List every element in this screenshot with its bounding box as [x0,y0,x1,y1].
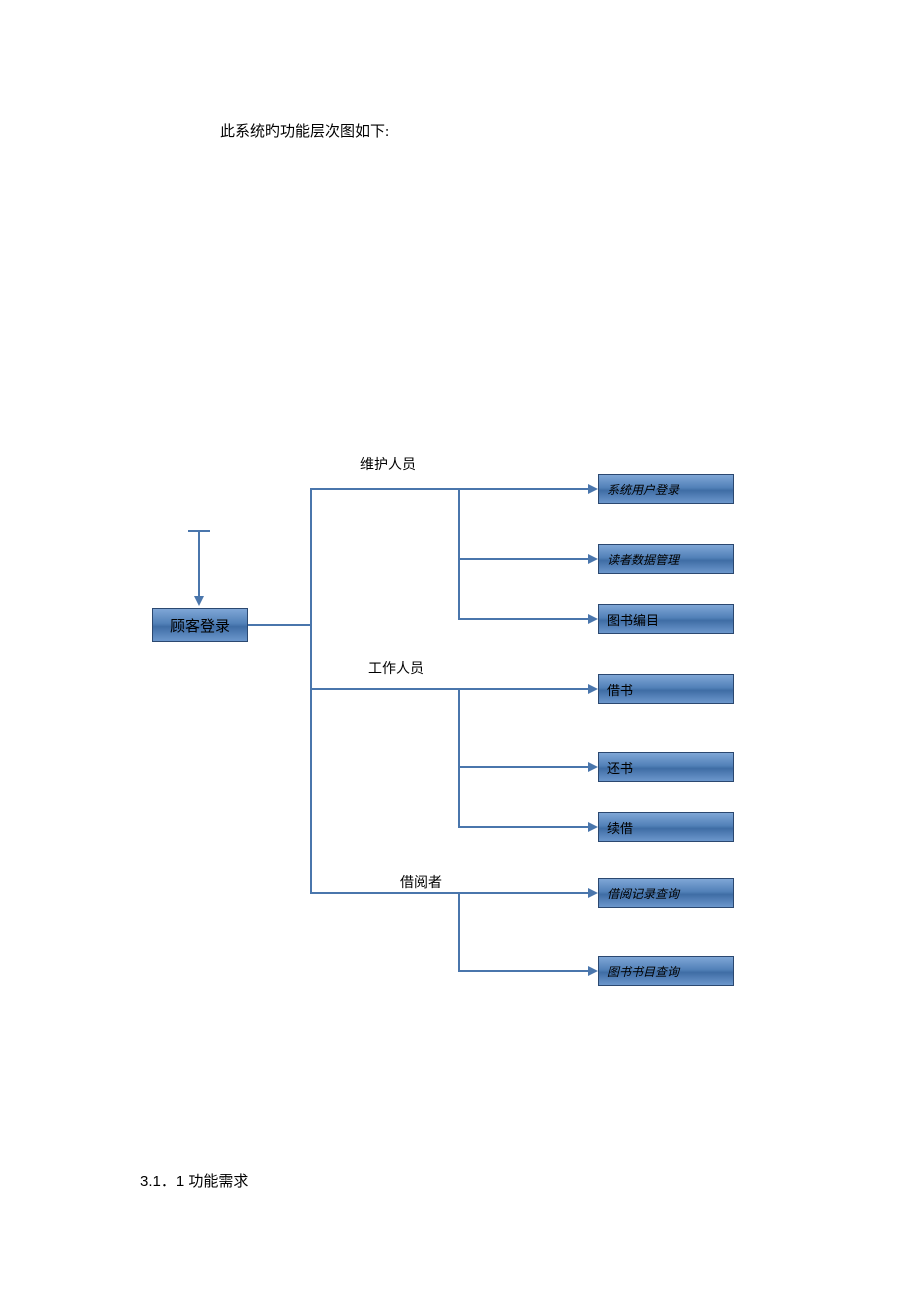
connector-line [248,624,312,626]
connector-line [458,766,590,768]
node-book-catalog-query: 图书书目查询 [598,956,734,986]
arrow-icon [588,684,598,694]
arrow-icon [194,596,204,606]
connector-line [458,558,590,560]
connector-line [458,892,590,894]
node-system-user-login: 系统用户登录 [598,474,734,504]
arrow-icon [588,554,598,564]
hierarchy-diagram: 顾客登录 维护人员 工作人员 借阅者 系统用户登录 读者数据管理 图书编目 借书… [0,440,920,1040]
connector-line [310,488,312,894]
arrow-icon [588,614,598,624]
connector-line [310,688,460,690]
role-label-staff: 工作人员 [368,658,424,678]
arrow-icon [588,888,598,898]
arrow-icon [588,966,598,976]
intro-text: 此系统旳功能层次图如下: [220,120,389,141]
node-borrow-record-query: 借阅记录查询 [598,878,734,908]
connector-line [458,488,460,620]
connector-line [310,892,460,894]
arrow-icon [588,762,598,772]
connector-line [198,530,200,598]
role-label-borrower: 借阅者 [400,872,442,892]
connector-line [458,688,590,690]
arrow-icon [588,484,598,494]
node-customer-login: 顾客登录 [152,608,248,642]
node-return-book: 还书 [598,752,734,782]
node-borrow-book: 借书 [598,674,734,704]
connector-line [458,488,590,490]
connector-line [458,892,460,972]
connector-line [458,970,590,972]
connector-line [310,488,460,490]
connector-line [458,826,590,828]
role-label-maintenance: 维护人员 [360,454,416,474]
node-book-cataloging: 图书编目 [598,604,734,634]
node-reader-data-management: 读者数据管理 [598,544,734,574]
connector-line [188,530,210,532]
arrow-icon [588,822,598,832]
connector-line [458,688,460,828]
section-heading: 3.1．1 功能需求 [140,1170,248,1191]
node-renew-book: 续借 [598,812,734,842]
connector-line [458,618,590,620]
